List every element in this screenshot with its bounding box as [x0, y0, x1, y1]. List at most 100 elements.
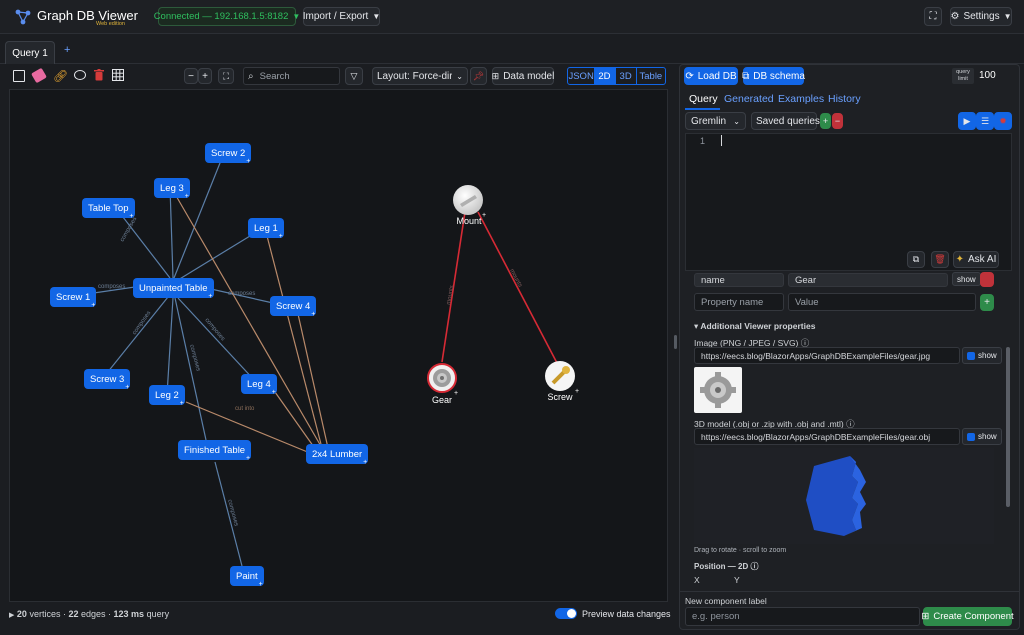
model-show-toggle[interactable]: show: [962, 428, 1002, 445]
zoom-out-button[interactable]: −: [184, 68, 198, 84]
pin-icon: 📌︎: [472, 70, 485, 81]
data-model-button[interactable]: ⊞ Data model: [492, 67, 554, 85]
link-icon[interactable]: 🔗︎: [53, 69, 68, 83]
node-finished-table[interactable]: Finished Table +: [178, 440, 252, 462]
expand-icon: +: [125, 384, 130, 391]
new-component-label: New component label: [685, 596, 767, 606]
view-2d-button[interactable]: 2D: [594, 68, 615, 84]
layout-select[interactable]: Layout: Force-directed ⌄: [372, 67, 468, 85]
vertex-count: 20: [16, 609, 27, 619]
select-tool-icon[interactable]: [13, 70, 25, 82]
view-3d-button[interactable]: 3D: [614, 68, 636, 84]
view-table-button[interactable]: Table: [635, 68, 665, 84]
model-url-input[interactable]: https://eecs.blog/BlazorApps/GraphDBExam…: [694, 428, 960, 445]
settings-button[interactable]: ⚙ Settings ▼: [950, 7, 1012, 26]
fit-view-button[interactable]: ⛶: [218, 68, 234, 84]
node-leg-3[interactable]: Leg 3 +: [154, 178, 190, 200]
add-tab-button[interactable]: +: [64, 44, 70, 56]
query-time: 123 ms: [113, 609, 145, 619]
position-label-text: Position — 2D: [694, 562, 749, 571]
node-unpainted-table[interactable]: Unpainted Table +: [133, 278, 214, 300]
show-toggle[interactable]: show: [952, 272, 981, 286]
view-json-button[interactable]: JSON: [568, 68, 594, 84]
mount-image-icon[interactable]: [453, 185, 483, 215]
scrollbar[interactable]: [1006, 347, 1010, 507]
preview-label: Preview data changes: [582, 608, 671, 619]
trash-icon[interactable]: [94, 69, 104, 81]
bug-icon: ✹: [999, 115, 1007, 126]
y-label: Y: [734, 575, 740, 585]
run-query-button[interactable]: ▶: [958, 112, 976, 130]
node-paint[interactable]: Paint +: [230, 566, 264, 588]
new-component-input[interactable]: e.g. person: [685, 607, 920, 626]
debug-button[interactable]: ✹: [994, 112, 1012, 130]
query-limit-input[interactable]: 100: [979, 70, 996, 81]
app-edition: Web edition: [96, 21, 125, 27]
tab-examples[interactable]: Examples: [778, 93, 824, 105]
gear-image-icon[interactable]: [427, 363, 457, 393]
node-screw-2[interactable]: Screw 2 +: [205, 143, 252, 165]
edge-count-label: edges: [80, 609, 106, 619]
search-placeholder: Search: [259, 70, 290, 82]
preview-switch[interactable]: [555, 608, 577, 619]
screw-image-icon[interactable]: [545, 361, 575, 391]
tab-query-1[interactable]: Query 1: [5, 41, 55, 64]
property-value-name[interactable]: Gear: [788, 273, 948, 287]
additional-properties-header[interactable]: ▾ Additional Viewer properties: [694, 321, 815, 332]
saved-queries-select[interactable]: Saved queries ⌄: [751, 112, 831, 130]
delete-query-button[interactable]: −: [832, 113, 843, 129]
search-icon: ⌕: [248, 70, 254, 82]
value-placeholder: Value: [795, 296, 819, 308]
language-select[interactable]: Gremlin ⌄: [685, 112, 746, 130]
expand-icon: +: [208, 293, 213, 300]
zoom-in-button[interactable]: +: [198, 68, 212, 84]
refresh-icon: ⟳: [685, 70, 694, 82]
connection-status-button[interactable]: Connected — 192.168.1.5:8182 ▼: [154, 7, 300, 26]
eraser-icon[interactable]: [31, 67, 47, 84]
filter-button[interactable]: ▽: [345, 67, 363, 85]
node-screw-1[interactable]: Screw 1 +: [50, 287, 97, 309]
node-leg-2[interactable]: Leg 2 +: [149, 385, 185, 407]
remove-property-button[interactable]: [980, 272, 994, 287]
image-url-input[interactable]: https://eecs.blog/BlazorApps/GraphDBExam…: [694, 347, 960, 364]
tab-query-underline: [685, 108, 720, 110]
copy-button[interactable]: ⧉: [907, 251, 925, 268]
ask-ai-button[interactable]: ✦ Ask AI: [953, 251, 999, 268]
edge-label: composes: [228, 291, 255, 297]
lasso-icon[interactable]: [74, 70, 86, 80]
save-query-button[interactable]: +: [820, 113, 831, 129]
node-leg-4[interactable]: Leg 4 +: [241, 374, 277, 396]
tab-query[interactable]: Query: [689, 93, 718, 105]
load-db-button[interactable]: ⟳ Load DB: [684, 67, 738, 85]
additional-properties-label: Additional Viewer properties: [700, 321, 816, 331]
property-name-input[interactable]: Property name: [694, 293, 784, 311]
graph-canvas[interactable]: composes composes composes composes comp…: [9, 89, 668, 602]
import-export-button[interactable]: Import / Export ▼: [303, 7, 380, 26]
preview-toggle[interactable]: Preview data changes: [555, 608, 671, 619]
tab-generated[interactable]: Generated: [724, 93, 774, 105]
image-show-toggle[interactable]: show: [962, 347, 1002, 364]
node-screw-4[interactable]: Screw 4 +: [270, 296, 317, 318]
property-value-input[interactable]: Value: [788, 293, 976, 311]
search-field[interactable]: ⌕ Search: [243, 67, 340, 85]
pin-button[interactable]: 📌︎: [470, 67, 487, 85]
create-component-button[interactable]: ⊞ Create Component: [921, 607, 1014, 626]
fullscreen-button[interactable]: ⛶: [924, 7, 942, 26]
node-screw-3[interactable]: Screw 3 +: [84, 369, 131, 391]
graph-stats[interactable]: ▶ 20 vertices · 22 edges · 123 ms query: [9, 609, 169, 619]
property-key-name[interactable]: name: [694, 273, 784, 287]
explain-button[interactable]: ☰: [976, 112, 994, 130]
db-schema-button[interactable]: ⧉ DB schema: [742, 67, 805, 85]
gear-icon: ⚙: [950, 11, 960, 22]
grid-icon[interactable]: [112, 69, 124, 81]
node-leg-1[interactable]: Leg 1 +: [248, 218, 284, 240]
node-table-top[interactable]: Table Top +: [82, 198, 135, 220]
model-3d-viewer[interactable]: [694, 448, 994, 544]
edge-label: composes: [132, 310, 153, 336]
edge-count: 22: [68, 609, 79, 619]
add-property-button[interactable]: +: [980, 294, 994, 311]
panel-splitter[interactable]: [674, 335, 677, 349]
tab-history[interactable]: History: [828, 93, 861, 105]
clear-button[interactable]: 🗑︎: [931, 251, 949, 268]
node-2x4-lumber[interactable]: 2x4 Lumber +: [306, 444, 369, 466]
